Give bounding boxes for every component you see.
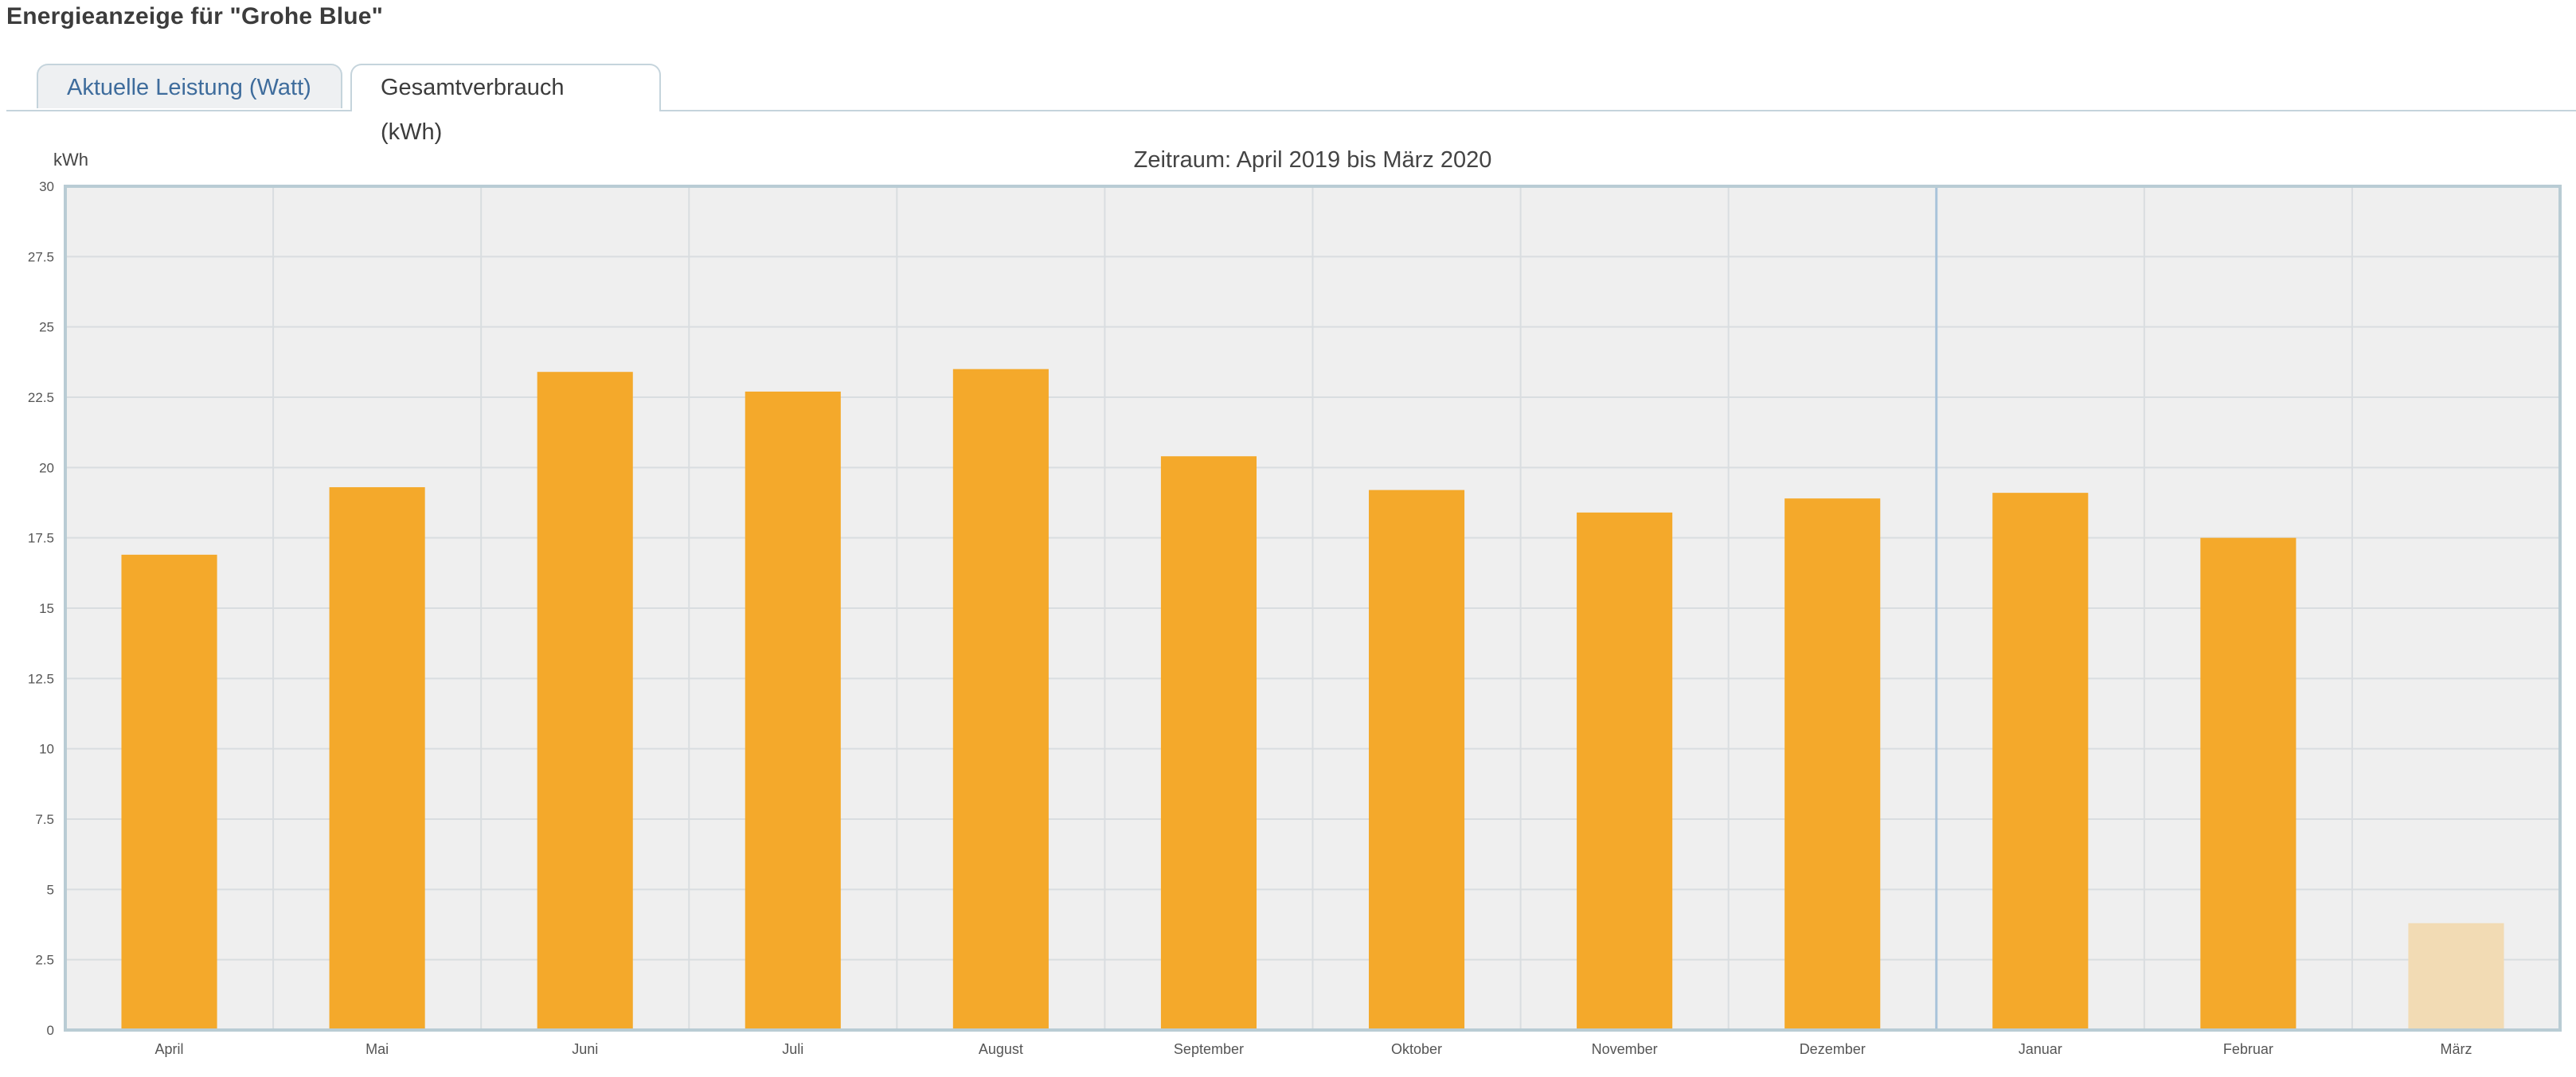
y-tick-label: 27.5 <box>28 249 54 264</box>
bar-august <box>952 369 1049 1031</box>
x-tick-label: Oktober <box>1391 1041 1442 1057</box>
x-tick-label: Dezember <box>1800 1041 1866 1057</box>
x-tick-label: März <box>2440 1041 2472 1057</box>
y-tick-label: 17.5 <box>28 531 54 546</box>
x-tick-label: Juni <box>572 1041 598 1057</box>
x-tick-label: August <box>979 1041 1023 1057</box>
x-tick-label: November <box>1592 1041 1658 1057</box>
consumption-chart: 0 2.5 5 7.5 10 12.5 15 17.5 20 22.5 25 27.5 30 April M… <box>0 135 2576 1073</box>
bar-juni <box>537 372 633 1030</box>
bar-april <box>121 554 217 1030</box>
bar-juli <box>745 391 841 1030</box>
tab-bar: Aktuelle Leistung (Watt) Gesamtverbrauch… <box>6 64 2576 145</box>
chart-title: Zeitraum: April 2019 bis März 2020 <box>1134 147 1492 173</box>
y-tick-label: 25 <box>39 320 54 335</box>
bar-mai <box>329 487 425 1030</box>
y-tick-label: 22.5 <box>28 390 54 405</box>
x-tick-label: Februar <box>2223 1041 2273 1057</box>
bar-november <box>1577 512 1673 1030</box>
y-tick-label: 20 <box>39 460 54 475</box>
tab-current-power[interactable]: Aktuelle Leistung (Watt) <box>37 64 342 108</box>
tab-total-consumption[interactable]: Gesamtverbrauch (kWh) <box>350 64 661 145</box>
y-tick-label: 30 <box>39 179 54 194</box>
y-tick-label: 10 <box>39 742 54 757</box>
bar-februar <box>2200 537 2297 1030</box>
x-tick-label: Januar <box>2019 1041 2062 1057</box>
y-axis-label: kWh <box>53 150 88 170</box>
bar-januar <box>1992 493 2089 1030</box>
y-tick-label: 5 <box>47 882 54 897</box>
consumption-chart-svg: 0 2.5 5 7.5 10 12.5 15 17.5 20 22.5 25 27.5 30 April M… <box>28 147 2562 1057</box>
bar-september <box>1160 456 1257 1030</box>
y-tick-label: 2.5 <box>35 953 54 968</box>
y-tick-label: 12.5 <box>28 671 54 686</box>
y-tick-label: 0 <box>47 1023 54 1038</box>
y-tick-label: 15 <box>39 601 54 616</box>
bar-oktober <box>1368 490 1465 1030</box>
bar-märz <box>2408 923 2504 1030</box>
page-title: Energieanzeige für "Grohe Blue" <box>6 3 384 29</box>
y-tick-label: 7.5 <box>35 812 54 827</box>
x-tick-label: Mai <box>365 1041 389 1057</box>
x-tick-label: September <box>1174 1041 1244 1057</box>
x-tick-label: April <box>155 1041 184 1057</box>
bar-dezember <box>1784 498 1881 1030</box>
x-tick-label: Juli <box>782 1041 803 1057</box>
